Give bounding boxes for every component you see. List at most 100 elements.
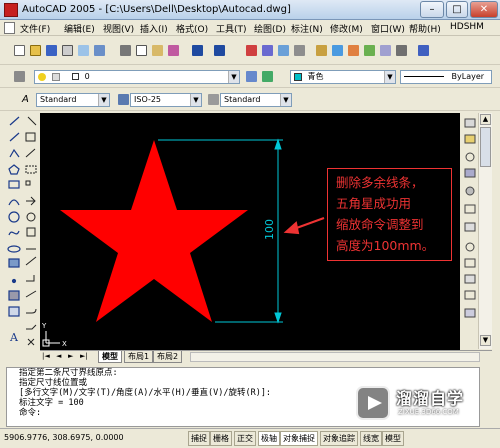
menu-tools[interactable]: 工具(T)	[216, 22, 247, 35]
explode-icon[interactable]	[27, 338, 35, 346]
erase-icon[interactable]	[27, 116, 37, 126]
menu-help[interactable]: 帮助(H)	[409, 22, 441, 35]
menu-hdshm[interactable]: HDSHM	[450, 22, 484, 32]
extend-icon[interactable]	[26, 275, 35, 282]
snap-toggle[interactable]: 捕捉	[188, 431, 210, 446]
menu-file[interactable]: 文件(F)	[20, 22, 50, 35]
minimize-button[interactable]: –	[420, 1, 444, 18]
tab-layout1[interactable]: 布局1	[124, 351, 154, 363]
coordinate-readout[interactable]: 5906.9776, 308.6975, 0.0000	[4, 433, 124, 442]
snap-perpendicular-icon[interactable]	[465, 242, 475, 252]
insert-block-icon[interactable]	[8, 258, 20, 268]
layer-dropdown[interactable]: 0 ▼	[34, 70, 240, 84]
copy-icon[interactable]	[136, 45, 147, 56]
menu-dimension[interactable]: 标注(N)	[291, 22, 323, 35]
zoom-previous-icon[interactable]	[294, 45, 305, 56]
break-icon[interactable]	[25, 290, 37, 298]
otrack-toggle[interactable]: 对象追踪	[320, 431, 358, 446]
hatch-icon[interactable]	[8, 290, 20, 301]
text-style-dropdown[interactable]: Standard ▼	[36, 93, 110, 107]
layer-manager-icon[interactable]	[14, 71, 25, 82]
snap-node-icon[interactable]	[464, 290, 476, 300]
autocad-app-icon[interactable]	[4, 3, 18, 17]
ellipse-icon[interactable]	[7, 245, 21, 253]
tab-layout2[interactable]: 布局2	[153, 351, 183, 363]
polyline-icon[interactable]	[9, 148, 20, 158]
ortho-toggle[interactable]: 正交	[234, 431, 256, 446]
tab-first-arrow[interactable]: |◄	[42, 352, 50, 360]
red-five-pointed-star[interactable]	[60, 140, 248, 322]
paste-icon[interactable]	[152, 45, 163, 56]
plot-preview-icon[interactable]	[78, 45, 89, 56]
zoom-window-icon[interactable]	[278, 45, 289, 56]
circle-icon[interactable]	[8, 211, 20, 223]
markup-icon[interactable]	[380, 45, 391, 56]
design-center-icon[interactable]	[332, 45, 343, 56]
line-tool-icon[interactable]	[9, 116, 20, 126]
arc-icon[interactable]	[8, 199, 20, 206]
array-icon[interactable]	[25, 180, 31, 186]
trim-icon[interactable]	[25, 256, 37, 266]
snap-parallel-icon[interactable]	[464, 258, 476, 268]
fillet-icon[interactable]	[26, 308, 37, 314]
region-icon[interactable]	[8, 306, 20, 317]
properties-icon[interactable]	[316, 45, 327, 56]
menu-modify[interactable]: 修改(M)	[330, 22, 363, 35]
save-icon[interactable]	[46, 45, 57, 56]
make-current-icon[interactable]	[246, 71, 257, 82]
tab-next-arrow[interactable]: ►	[68, 352, 73, 360]
spline-icon[interactable]	[8, 230, 20, 236]
tab-model[interactable]: 模型	[98, 351, 122, 363]
open-icon[interactable]	[30, 45, 41, 56]
snap-tangent-icon[interactable]	[464, 222, 476, 232]
grid-toggle[interactable]: 栅格	[210, 431, 232, 446]
snap-settings-icon[interactable]	[464, 308, 476, 318]
lineweight-toggle[interactable]: 线宽	[360, 431, 382, 446]
layer-previous-icon[interactable]	[262, 71, 273, 82]
calculator-icon[interactable]	[396, 45, 407, 56]
scroll-up-arrow[interactable]: ▲	[480, 114, 491, 125]
scroll-thumb[interactable]	[480, 127, 491, 167]
match-properties-icon[interactable]	[168, 45, 179, 56]
sheet-set-icon[interactable]	[364, 45, 375, 56]
color-dropdown[interactable]: 青色 ▼	[290, 70, 396, 84]
scale-icon[interactable]	[26, 227, 36, 237]
offset-icon[interactable]	[25, 165, 37, 174]
menu-window[interactable]: 窗口(W)	[371, 22, 405, 35]
print-icon[interactable]	[62, 45, 73, 56]
vertical-scrollbar[interactable]: ▲ ▼	[478, 113, 492, 349]
copy-object-icon[interactable]	[25, 132, 36, 142]
model-toggle[interactable]: 模型	[382, 431, 404, 446]
snap-insert-icon[interactable]	[464, 274, 476, 284]
horizontal-scrollbar[interactable]	[190, 352, 480, 362]
rectangle-icon[interactable]	[8, 180, 20, 189]
new-icon[interactable]	[14, 45, 25, 56]
temp-track-icon[interactable]	[464, 118, 476, 128]
table-style-dropdown[interactable]: Standard ▼	[220, 93, 292, 107]
menu-format[interactable]: 格式(O)	[176, 22, 208, 35]
tool-palettes-icon[interactable]	[348, 45, 359, 56]
zoom-realtime-icon[interactable]	[262, 45, 273, 56]
dim-style-dropdown[interactable]: ISO-25 ▼	[130, 93, 202, 107]
snap-from-icon[interactable]	[464, 134, 476, 144]
rotate-icon[interactable]	[26, 212, 36, 222]
snap-center-icon[interactable]	[465, 186, 475, 196]
tab-last-arrow[interactable]: ►|	[80, 352, 88, 360]
scroll-down-arrow[interactable]: ▼	[480, 335, 491, 346]
multiline-text-icon[interactable]: A	[9, 331, 19, 344]
redo-icon[interactable]	[214, 45, 225, 56]
pan-icon[interactable]	[246, 45, 257, 56]
menu-insert[interactable]: 插入(I)	[140, 22, 168, 35]
snap-endpoint-icon[interactable]	[465, 152, 475, 162]
snap-quadrant-icon[interactable]	[464, 204, 476, 214]
cut-icon[interactable]	[120, 45, 131, 56]
snap-midpoint-icon[interactable]	[464, 168, 476, 178]
menu-draw[interactable]: 绘图(D)	[254, 22, 286, 35]
close-button[interactable]: ✕	[470, 1, 498, 18]
menu-edit[interactable]: 编辑(E)	[64, 22, 95, 35]
document-icon[interactable]	[4, 22, 15, 34]
menu-view[interactable]: 视图(V)	[103, 22, 134, 35]
help-icon[interactable]	[418, 45, 429, 56]
mirror-icon[interactable]	[25, 148, 36, 158]
construction-line-icon[interactable]	[9, 132, 20, 142]
